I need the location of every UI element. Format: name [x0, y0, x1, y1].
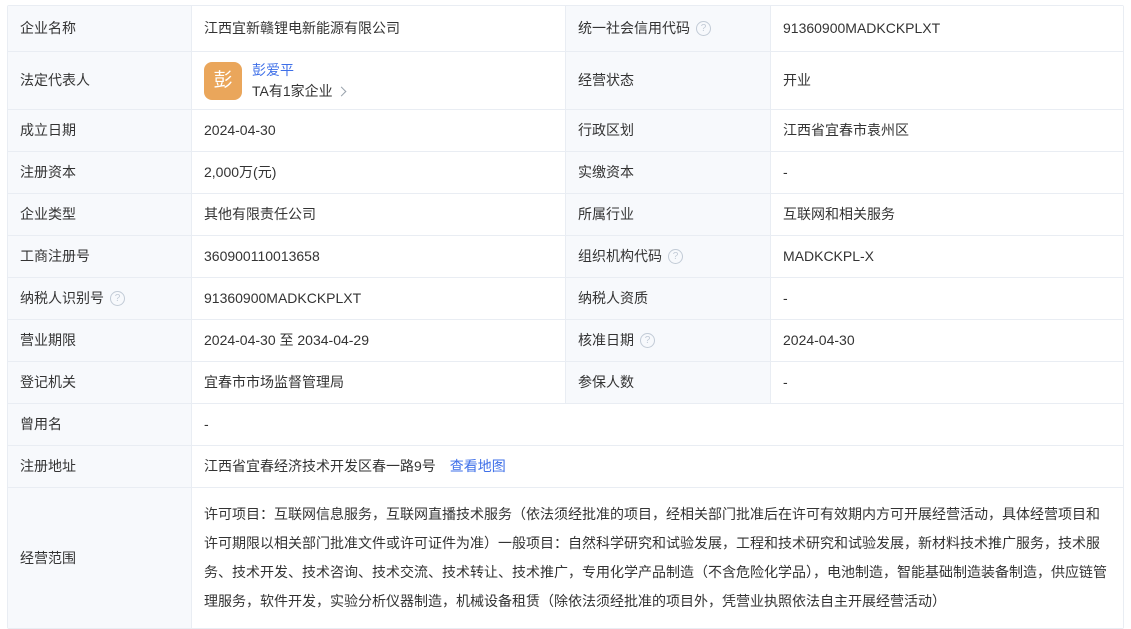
field-label-business-term: 营业期限 — [8, 320, 192, 362]
label-text: 组织机构代码 — [578, 246, 662, 266]
label-text: 实缴资本 — [578, 162, 634, 182]
registered-capital: 2,000万(元) — [204, 162, 276, 182]
field-value-taxpayer-id: 91360900MADKCKPLXT — [192, 278, 566, 320]
field-label-company-name: 企业名称 — [8, 6, 192, 52]
field-value-registration-authority: 宜春市市场监督管理局 — [192, 362, 566, 404]
label-text: 企业名称 — [20, 18, 76, 38]
help-icon[interactable] — [640, 333, 655, 348]
label-text: 经营状态 — [578, 70, 634, 90]
company-info-table: 企业名称 江西宜新赣锂电新能源有限公司 统一社会信用代码 91360900MAD… — [7, 5, 1124, 629]
field-label-insured-count: 参保人数 — [566, 362, 771, 404]
chevron-right-icon — [336, 87, 346, 97]
field-value-former-name: - — [192, 404, 1123, 446]
rep-companies-link[interactable]: TA有1家企业 — [252, 81, 345, 101]
business-status: 开业 — [783, 70, 811, 90]
field-value-registered-capital: 2,000万(元) — [192, 152, 566, 194]
field-label-registration-authority: 登记机关 — [8, 362, 192, 404]
field-value-legal-rep: 彭 彭爱平 TA有1家企业 — [192, 52, 566, 110]
registered-address: 江西省宜春经济技术开发区春一路9号 — [204, 456, 436, 476]
field-value-enterprise-type: 其他有限责任公司 — [192, 194, 566, 236]
legal-rep-info: 彭爱平 TA有1家企业 — [252, 60, 345, 102]
label-text: 经营范围 — [20, 548, 76, 568]
admin-division: 江西省宜春市袁州区 — [783, 120, 909, 140]
field-value-admin-division: 江西省宜春市袁州区 — [771, 110, 1123, 152]
org-code: MADKCKPL-X — [783, 246, 874, 266]
field-value-paid-in-capital: - — [771, 152, 1123, 194]
field-label-former-name: 曾用名 — [8, 404, 192, 446]
field-label-paid-in-capital: 实缴资本 — [566, 152, 771, 194]
legal-rep-link[interactable]: 彭爱平 — [252, 60, 345, 80]
field-value-org-code: MADKCKPL-X — [771, 236, 1123, 278]
field-value-credit-code: 91360900MADKCKPLXT — [771, 6, 1123, 52]
field-label-taxpayer-qualification: 纳税人资质 — [566, 278, 771, 320]
field-value-company-name: 江西宜新赣锂电新能源有限公司 — [192, 6, 566, 52]
registration-authority: 宜春市市场监督管理局 — [204, 372, 344, 392]
field-value-business-status: 开业 — [771, 52, 1123, 110]
view-map-link[interactable]: 查看地图 — [450, 456, 506, 476]
field-value-registered-address: 江西省宜春经济技术开发区春一路9号 查看地图 — [192, 446, 1123, 488]
field-value-insured-count: - — [771, 362, 1123, 404]
field-value-approval-date: 2024-04-30 — [771, 320, 1123, 362]
field-label-establish-date: 成立日期 — [8, 110, 192, 152]
label-text: 注册地址 — [20, 456, 76, 476]
label-text: 所属行业 — [578, 204, 634, 224]
field-value-taxpayer-qualification: - — [771, 278, 1123, 320]
field-label-taxpayer-id: 纳税人识别号 — [8, 278, 192, 320]
help-icon[interactable] — [110, 291, 125, 306]
field-label-legal-rep: 法定代表人 — [8, 52, 192, 110]
label-text: 纳税人资质 — [578, 288, 648, 308]
rep-companies-text: TA有1家企业 — [252, 81, 333, 101]
label-text: 成立日期 — [20, 120, 76, 140]
field-value-business-scope: 许可项目：互联网信息服务，互联网直播技术服务（依法须经批准的项目，经相关部门批准… — [192, 488, 1123, 628]
label-text: 参保人数 — [578, 372, 634, 392]
business-scope: 许可项目：互联网信息服务，互联网直播技术服务（依法须经批准的项目，经相关部门批准… — [204, 506, 1107, 609]
business-term: 2024-04-30 至 2034-04-29 — [204, 330, 369, 350]
field-label-credit-code: 统一社会信用代码 — [566, 6, 771, 52]
establish-date: 2024-04-30 — [204, 120, 276, 140]
field-label-business-scope: 经营范围 — [8, 488, 192, 628]
legal-rep-block: 彭 彭爱平 TA有1家企业 — [204, 60, 345, 102]
approval-date: 2024-04-30 — [783, 330, 855, 350]
label-text: 工商注册号 — [20, 246, 90, 266]
field-label-enterprise-type: 企业类型 — [8, 194, 192, 236]
field-label-industry: 所属行业 — [566, 194, 771, 236]
legal-rep-avatar[interactable]: 彭 — [204, 62, 242, 100]
label-text: 企业类型 — [20, 204, 76, 224]
company-name: 江西宜新赣锂电新能源有限公司 — [204, 18, 400, 38]
label-text: 登记机关 — [20, 372, 76, 392]
former-name: - — [204, 414, 209, 434]
credit-code: 91360900MADKCKPLXT — [783, 18, 940, 38]
label-text: 统一社会信用代码 — [578, 18, 690, 38]
taxpayer-id: 91360900MADKCKPLXT — [204, 288, 361, 308]
field-label-registered-capital: 注册资本 — [8, 152, 192, 194]
field-label-org-code: 组织机构代码 — [566, 236, 771, 278]
field-value-registration-no: 360900110013658 — [192, 236, 566, 278]
label-text: 注册资本 — [20, 162, 76, 182]
field-value-establish-date: 2024-04-30 — [192, 110, 566, 152]
field-label-admin-division: 行政区划 — [566, 110, 771, 152]
insured-count: - — [783, 372, 788, 392]
avatar-char: 彭 — [213, 67, 232, 95]
field-label-registration-no: 工商注册号 — [8, 236, 192, 278]
label-text: 法定代表人 — [20, 70, 90, 90]
label-text: 核准日期 — [578, 330, 634, 350]
field-label-business-status: 经营状态 — [566, 52, 771, 110]
paid-in-capital: - — [783, 162, 788, 182]
field-label-approval-date: 核准日期 — [566, 320, 771, 362]
label-text: 营业期限 — [20, 330, 76, 350]
registration-no: 360900110013658 — [204, 246, 320, 266]
help-icon[interactable] — [696, 21, 711, 36]
field-value-industry: 互联网和相关服务 — [771, 194, 1123, 236]
label-text: 行政区划 — [578, 120, 634, 140]
label-text: 曾用名 — [20, 414, 62, 434]
help-icon[interactable] — [668, 249, 683, 264]
label-text: 纳税人识别号 — [20, 288, 104, 308]
industry: 互联网和相关服务 — [783, 204, 895, 224]
enterprise-type: 其他有限责任公司 — [204, 204, 316, 224]
taxpayer-qualification: - — [783, 288, 788, 308]
field-label-registered-address: 注册地址 — [8, 446, 192, 488]
field-value-business-term: 2024-04-30 至 2034-04-29 — [192, 320, 566, 362]
